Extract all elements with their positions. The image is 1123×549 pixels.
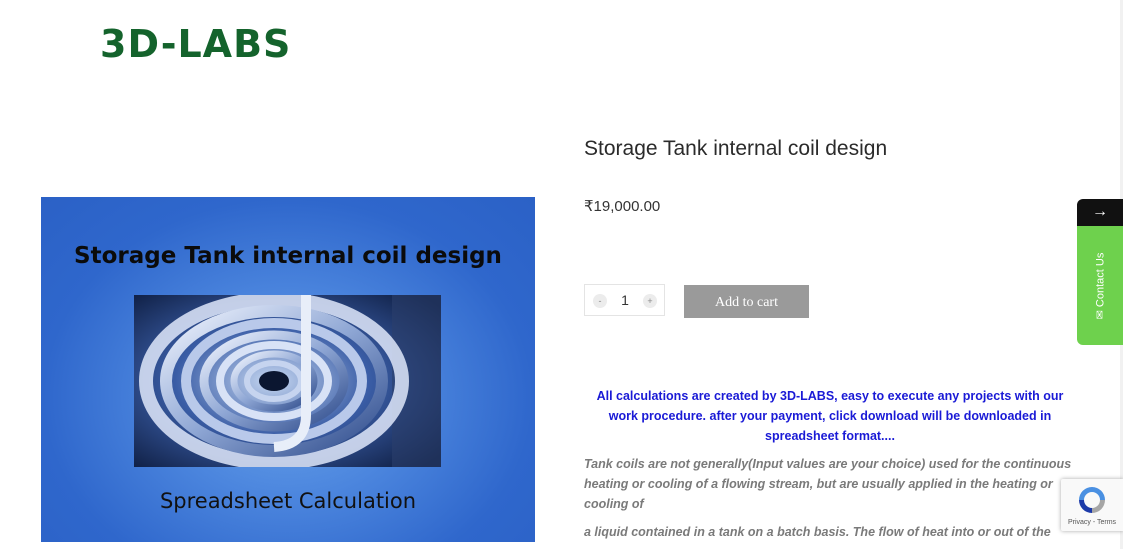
product-image-title: Storage Tank internal coil design [74, 243, 502, 269]
arrow-right-icon: → [1092, 203, 1108, 220]
site-logo[interactable]: 3D-LABS [100, 24, 291, 64]
product-price: ₹19,000.00 [584, 198, 661, 215]
quantity-input[interactable]: 1 [618, 292, 632, 308]
product-highlight-text: All calculations are created by 3D-LABS,… [596, 389, 1064, 443]
recaptcha-links[interactable]: Privacy - Terms [1061, 519, 1123, 526]
quantity-stepper[interactable]: - 1 + [584, 284, 665, 316]
recaptcha-badge[interactable]: Privacy - Terms [1061, 479, 1123, 531]
product-image[interactable]: Storage Tank internal coil design Spread… [41, 197, 535, 542]
coil-photo [134, 295, 441, 467]
product-description-paragraph: Tank coils are not generally(Input value… [584, 457, 1072, 511]
contact-us-label: ✉ Contact Us [1094, 252, 1107, 319]
product-title: Storage Tank internal coil design [584, 137, 888, 160]
recaptcha-icon [1079, 487, 1105, 513]
contact-arrow-button[interactable]: → [1077, 199, 1123, 226]
quantity-decrement-button[interactable]: - [593, 294, 607, 308]
product-description-paragraph: a liquid contained in a tank on a batch … [584, 525, 1051, 539]
product-image-caption: Spreadsheet Calculation [159, 489, 417, 513]
contact-us-tab[interactable]: ✉ Contact Us [1077, 226, 1123, 345]
add-to-cart-button[interactable]: Add to cart [684, 285, 809, 318]
quantity-increment-button[interactable]: + [643, 294, 657, 308]
